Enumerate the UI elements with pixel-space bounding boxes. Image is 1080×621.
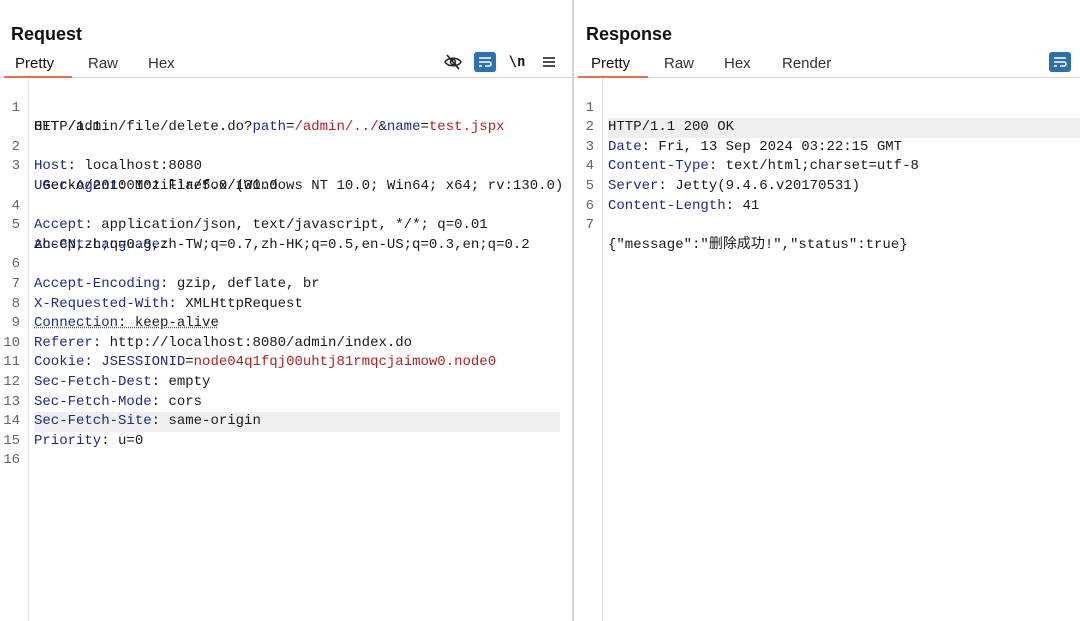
response-title: Response	[586, 24, 673, 44]
tab-pretty[interactable]: Pretty	[591, 55, 630, 72]
code-line: 2 Host: localhost:8080	[0, 118, 572, 175]
code-line: 3 User-Agent: Mozilla/5.0 (Windows NT 10…	[0, 138, 572, 194]
response-pane: Response Pretty Raw Hex Render 1 HTTP/1.…	[574, 0, 1080, 621]
eye-slash-icon[interactable]	[442, 52, 464, 72]
tab-render[interactable]: Render	[782, 55, 831, 72]
code-line: 3 Content-Type: text/html;charset=utf-8	[574, 118, 1080, 175]
code-line-continuation: HTTP/1.1	[0, 99, 572, 135]
code-line: 14 Priority: u=0	[0, 393, 572, 449]
code-line: 2 Date: Fri, 13 Sep 2024 03:22:15 GMT	[574, 99, 1080, 155]
newline-icon[interactable]: \n	[506, 52, 528, 72]
code-line: 6 Accept-Encoding: gzip, deflate, br	[0, 236, 572, 292]
code-line: 9 Referer: http://localhost:8080/admin/i…	[0, 295, 572, 351]
code-line: 7 X-Requested-With: XMLHttpRequest	[0, 255, 572, 312]
code-line: 12 Sec-Fetch-Mode: cors	[0, 353, 572, 410]
code-line: 4 Accept: application/json, text/javascr…	[0, 177, 572, 234]
line-number: 16	[3, 452, 20, 469]
code-line: 15	[0, 412, 572, 449]
code-line: 5 Content-Length: 41	[574, 157, 1080, 214]
response-tabs: Pretty Raw Hex Render	[574, 53, 1080, 78]
code-line-continuation: Gecko/20100101 Firefox/130.0	[0, 157, 572, 194]
wrap-icon[interactable]	[1049, 52, 1071, 72]
code-line: 7 {"message":"删除成功!","status":true}	[574, 197, 1080, 253]
code-line-highlighted: 1 HTTP/1.1 200 OK	[574, 79, 1080, 138]
line-number: 7	[585, 217, 594, 234]
code-line: 10 Cookie: JSESSIONID=node04q1fqj00uhtj8…	[0, 314, 572, 371]
request-editor[interactable]: 1 GET /admin/file/delete.do?path=/admin/…	[0, 79, 572, 469]
code-line: 5 Accept-Language:	[0, 197, 572, 253]
request-pane: Request Pretty Raw Hex \n 1 GET /admin/f…	[0, 0, 572, 621]
tab-pretty[interactable]: Pretty	[15, 55, 54, 72]
tab-raw[interactable]: Raw	[664, 55, 694, 72]
code-line: 8 Connection: keep-alive	[0, 275, 572, 332]
response-body: {"message":"删除成功!","status":true}	[608, 236, 908, 253]
code-line: 16	[0, 432, 572, 468]
code-line: 6	[574, 177, 1080, 214]
tab-raw[interactable]: Raw	[88, 55, 118, 72]
code-line-highlighted: 13 Sec-Fetch-Site: same-origin	[0, 373, 572, 432]
menu-icon[interactable]	[538, 52, 560, 72]
code-line: 11 Sec-Fetch-Dest: empty	[0, 334, 572, 390]
code-line: 1 GET /admin/file/delete.do?path=/admin/…	[0, 79, 572, 136]
code-line: 4 Server: Jetty(9.4.6.v20170531)	[574, 138, 1080, 194]
tab-hex[interactable]: Hex	[148, 55, 175, 72]
tab-hex[interactable]: Hex	[724, 55, 751, 72]
request-title: Request	[11, 24, 83, 44]
response-editor[interactable]: 1 HTTP/1.1 200 OK 2 Date: Fri, 13 Sep 20…	[574, 79, 1080, 253]
code-line-continuation: zh-CN,zh;q=0.8,zh-TW;q=0.7,zh-HK;q=0.5,e…	[0, 216, 572, 253]
wrap-icon[interactable]	[474, 52, 496, 72]
